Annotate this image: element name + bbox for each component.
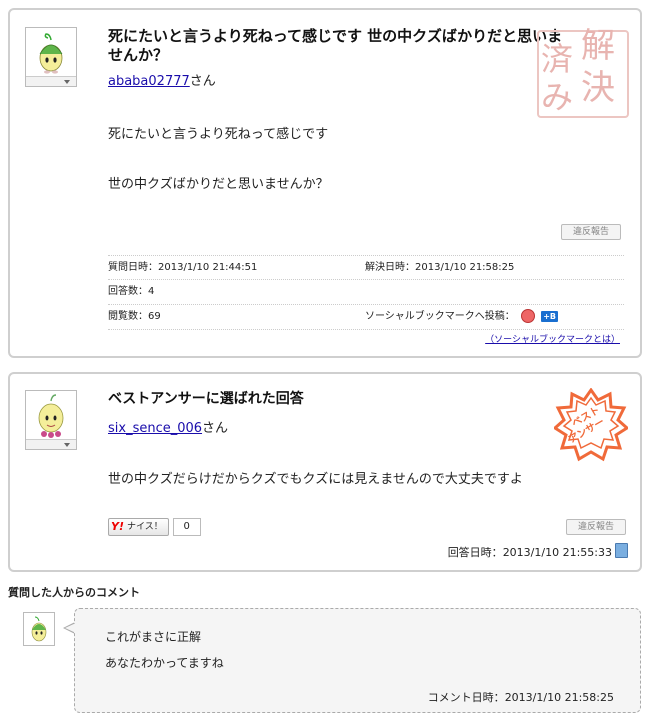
commenter-avatar[interactable] [23, 612, 55, 646]
yahoo-logo-icon: Y! [111, 520, 124, 533]
nice-button[interactable]: Y! ナイス！ [108, 518, 169, 536]
answer-body: 世の中クズだらけだからクズでもクズには見えませんので大丈夫ですよ [108, 472, 523, 487]
nice-widget: Y! ナイス！ 0 [108, 518, 201, 536]
meta-row-answers: 回答数：4 [108, 279, 624, 304]
meta-row-views: 閲覧数：69 ソーシャルブックマークへ投稿： +B [108, 304, 624, 329]
nice-count: 0 [172, 518, 201, 536]
sprout-character-icon [31, 616, 47, 642]
question-body-line1: 死にたいと言うより死ねって感じです [108, 127, 329, 142]
report-button[interactable]: 違反報告 [566, 519, 626, 535]
questioner-name: ababa02777さん [108, 74, 216, 89]
resolved-stamp: 解 決 済 み [523, 16, 633, 118]
speech-pointer-inner [65, 623, 76, 633]
question-panel: 死にたいと言うより死ねって感じです 世の中クズばかりだと思いま せんか？ aba… [8, 8, 642, 358]
bulb-character-icon [38, 394, 64, 438]
avatar-dropdown[interactable] [26, 76, 76, 86]
meta-divider [108, 329, 624, 330]
hatena-bookmark-icon[interactable]: +B [541, 310, 558, 322]
comment-time: コメント日時：2013/1/10 21:58:25 [427, 691, 614, 704]
comment-section-title: 質問した人からのコメント [8, 586, 140, 599]
questioner-avatar[interactable] [25, 27, 77, 87]
answerer-link[interactable]: six_sence_006 [108, 421, 202, 436]
answer-edit-icon [615, 543, 628, 558]
question-title: 死にたいと言うより死ねって感じです 世の中クズばかりだと思いま せんか？ [108, 27, 563, 64]
best-answer-stamp: ベスト アンサー [552, 387, 630, 462]
comment-bubble: これがまさに正解 あなたわかってますね コメント日時：2013/1/10 21:… [74, 608, 641, 713]
best-answer-panel: ベストアンサーに選ばれた回答 six_sence_006さん 世の中クズだらけだ… [8, 372, 642, 572]
answerer-name: six_sence_006さん [108, 421, 229, 436]
answerer-avatar[interactable] [25, 390, 77, 450]
comment-line2: あなたわかってますね [105, 656, 224, 670]
best-answer-heading: ベストアンサーに選ばれた回答 [108, 391, 304, 407]
bookmark-pin-icon[interactable] [521, 309, 535, 323]
comment-line1: これがまさに正解 [105, 630, 202, 644]
sprout-character-icon [39, 33, 63, 74]
meta-row-dates: 質問日時：2013/1/10 21:44:51 解決日時：2013/1/10 2… [108, 255, 624, 280]
answered-time: 回答日時：2013/1/10 21:55:33 [447, 546, 612, 559]
question-body-line2: 世の中クズばかりだと思いませんか？ [108, 177, 329, 192]
avatar-dropdown[interactable] [26, 439, 76, 449]
social-bookmark-help[interactable]: （ソーシャルブックマークとは） [485, 332, 620, 345]
questioner-link[interactable]: ababa02777 [108, 74, 190, 89]
report-button[interactable]: 違反報告 [561, 224, 621, 240]
